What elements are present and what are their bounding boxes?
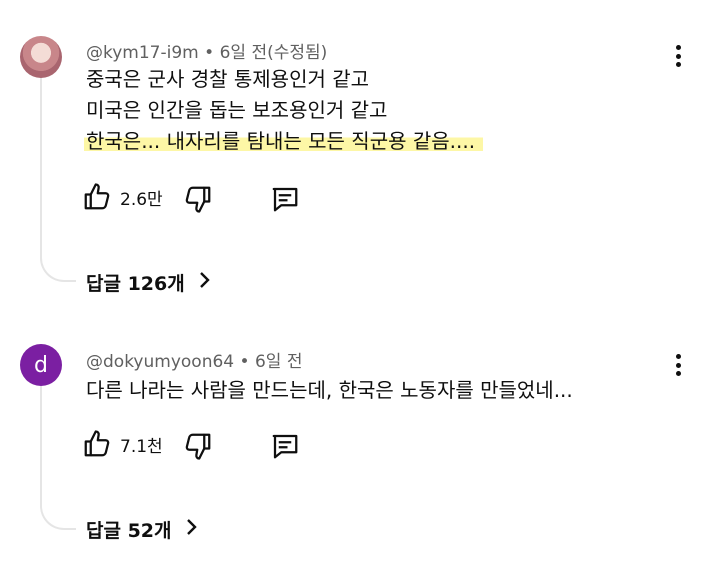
more-vert-icon[interactable]: [666, 41, 690, 71]
thread-line: [40, 74, 76, 282]
comment-icon: [270, 184, 300, 214]
like-count: 7.1천: [120, 436, 163, 457]
comment-body: 다른 나라는 사람을 만드는데, 한국은 노동자를 만들었네...: [86, 375, 573, 406]
comment-meta: @kym17-i9m • 6일 전(수정됨): [86, 38, 327, 63]
highlighted-text: 한국은... 내자리를 탐내는 모든 직군용 같음....: [84, 129, 484, 153]
like-count: 2.6만: [120, 189, 163, 210]
username[interactable]: @kym17-i9m: [86, 43, 199, 63]
more-vert-icon[interactable]: [666, 350, 690, 380]
meta-separator: •: [204, 43, 215, 63]
chevron-right-icon: [172, 518, 198, 541]
avatar[interactable]: [20, 36, 62, 78]
avatar[interactable]: d: [20, 344, 62, 386]
replies-toggle[interactable]: 답글 126개: [86, 269, 211, 296]
comment-icon: [270, 431, 300, 461]
avatar-letter: d: [34, 352, 48, 378]
comment-line-highlighted: 한국은... 내자리를 탐내는 모든 직군용 같음....: [84, 126, 484, 157]
comment-line: 다른 나라는 사람을 만드는데, 한국은 노동자를 만들었네...: [86, 378, 573, 402]
thumbs-up-icon: [82, 429, 112, 459]
timestamp[interactable]: 6일 전(수정됨): [220, 43, 328, 63]
dislike-button[interactable]: [183, 184, 213, 214]
thumbs-down-icon: [183, 184, 213, 214]
replies-count: 답글 52개: [86, 520, 172, 542]
timestamp[interactable]: 6일 전: [255, 352, 303, 372]
comment-body: 중국은 군사 경찰 통제용인거 같고 미국은 인간을 돕는 보조용인거 같고 한…: [84, 64, 484, 157]
dislike-button[interactable]: [183, 431, 213, 461]
comment-line: 중국은 군사 경찰 통제용인거 같고: [86, 67, 370, 91]
chevron-right-icon: [185, 271, 211, 294]
thread-line: [40, 386, 76, 530]
replies-toggle[interactable]: 답글 52개: [86, 516, 198, 543]
username[interactable]: @dokyumyoon64: [86, 352, 234, 372]
meta-separator: •: [239, 352, 250, 372]
like-button[interactable]: 7.1천: [82, 429, 163, 459]
comment-meta: @dokyumyoon64 • 6일 전: [86, 347, 302, 372]
thumbs-down-icon: [183, 431, 213, 461]
thumbs-up-icon: [82, 182, 112, 212]
like-button[interactable]: 2.6만: [82, 182, 163, 212]
reply-button[interactable]: [270, 431, 300, 461]
comment-line: 미국은 인간을 돕는 보조용인거 같고: [86, 98, 388, 122]
replies-count: 답글 126개: [86, 273, 185, 295]
reply-button[interactable]: [270, 184, 300, 214]
